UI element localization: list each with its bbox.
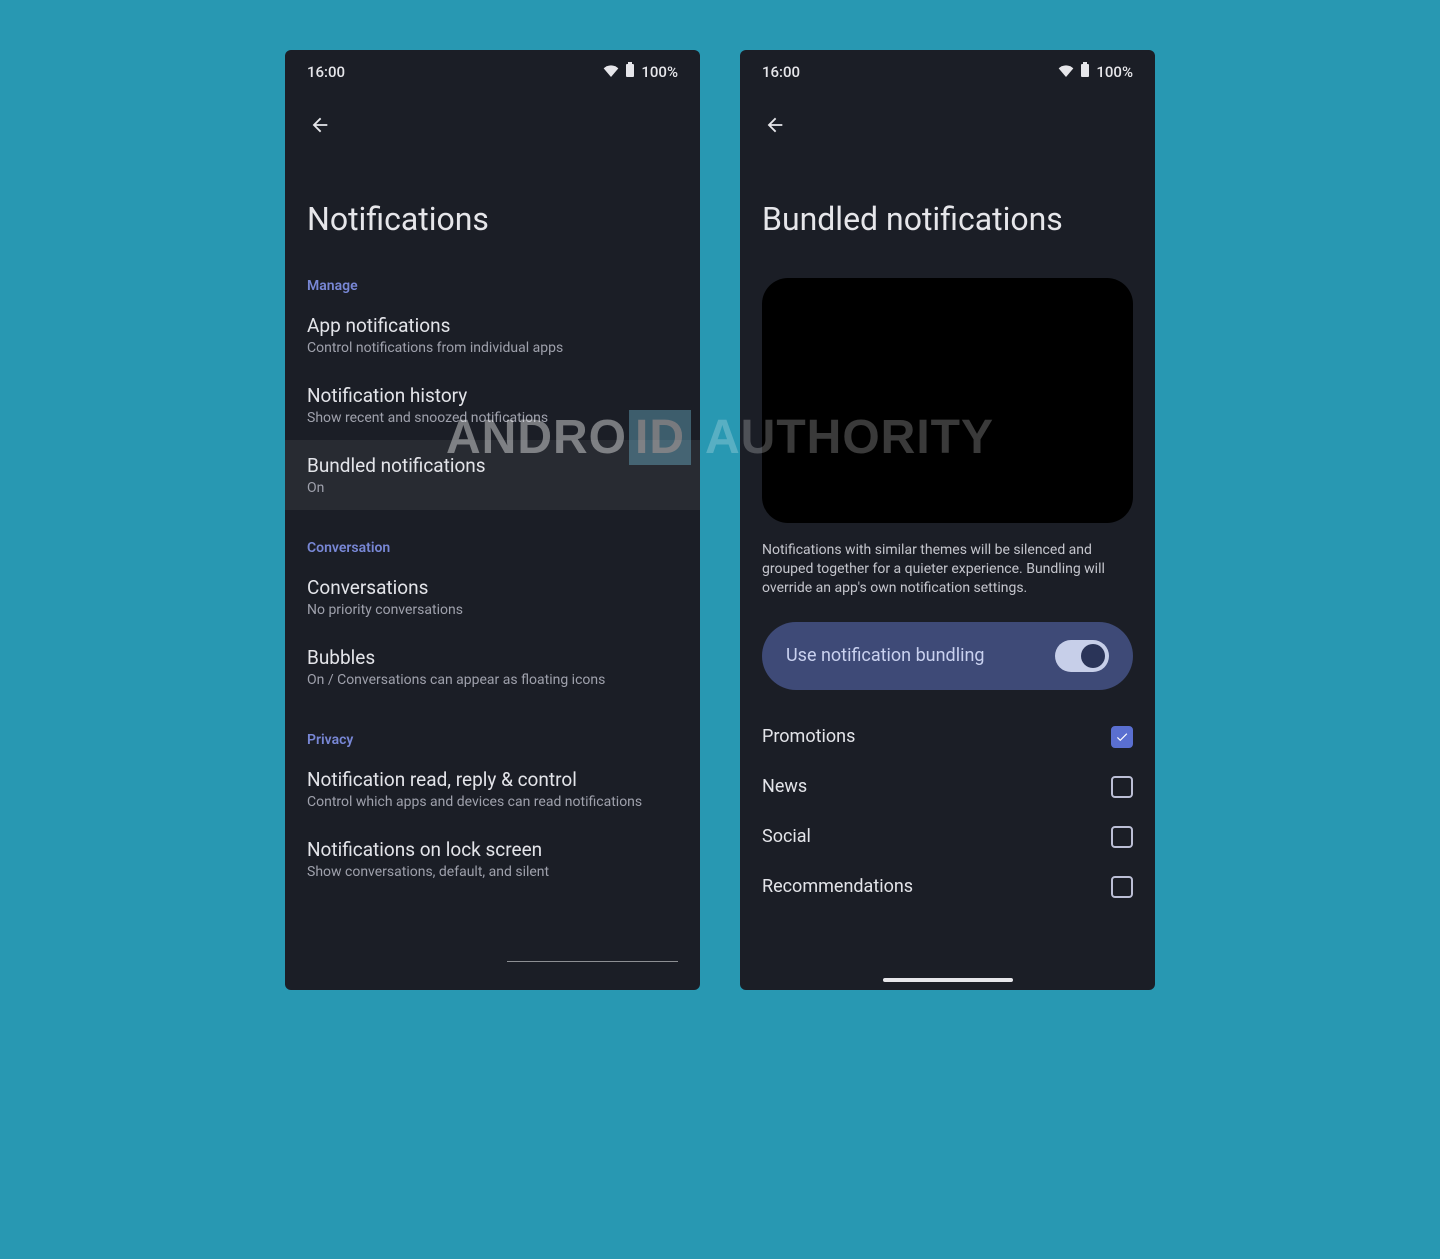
battery-icon [1080,62,1090,82]
status-time: 16:00 [307,63,345,81]
nav-handle[interactable] [883,978,1013,982]
settings-item-notif-lock-screen[interactable]: Notifications on lock screen Show convers… [285,824,700,894]
settings-item-app-notifications[interactable]: App notifications Control notifications f… [285,300,700,370]
category-label: Recommendations [762,876,913,897]
section-header-manage: Manage [285,248,700,300]
category-label: Promotions [762,726,855,747]
status-time: 16:00 [762,63,800,81]
item-subtitle: On [307,480,678,496]
item-title: Notification history [307,384,678,407]
category-row-recommendations[interactable]: Recommendations [740,862,1155,912]
settings-item-conversations[interactable]: Conversations No priority conversations [285,562,700,632]
category-label: News [762,776,807,797]
checkbox-unchecked-icon[interactable] [1111,826,1133,848]
item-title: Notification read, reply & control [307,768,678,791]
checkbox-checked-icon[interactable] [1111,726,1133,748]
switch-on-icon [1055,640,1109,672]
item-subtitle: Control which apps and devices can read … [307,794,678,810]
item-subtitle: Control notifications from individual ap… [307,340,678,356]
toggle-label: Use notification bundling [786,645,985,666]
status-battery-pct: 100% [641,63,678,81]
phone-bundled-notifications: 16:00 100% Bundled notifications Notific… [740,50,1155,990]
checkbox-unchecked-icon[interactable] [1111,876,1133,898]
wifi-icon [1058,63,1074,81]
category-label: Social [762,826,811,847]
item-title: Notifications on lock screen [307,838,678,861]
settings-item-bundled-notifications[interactable]: Bundled notifications On [285,440,700,510]
back-icon[interactable] [762,112,788,138]
use-notification-bundling-toggle[interactable]: Use notification bundling [762,622,1133,690]
item-subtitle: Show conversations, default, and silent [307,864,678,880]
category-row-promotions[interactable]: Promotions [740,712,1155,762]
checkbox-unchecked-icon[interactable] [1111,776,1133,798]
battery-icon [625,62,635,82]
category-row-news[interactable]: News [740,762,1155,812]
item-subtitle: No priority conversations [307,602,678,618]
item-title: Bubbles [307,646,678,669]
status-bar: 16:00 100% [740,50,1155,94]
item-subtitle: Show recent and snoozed notifications [307,410,678,426]
phone-notifications-settings: 16:00 100% Notifications ManageApp notif… [285,50,700,990]
status-bar: 16:00 100% [285,50,700,94]
category-row-social[interactable]: Social [740,812,1155,862]
item-subtitle: On / Conversations can appear as floatin… [307,672,678,688]
section-header-privacy: Privacy [285,702,700,754]
wifi-icon [603,63,619,81]
status-battery-pct: 100% [1096,63,1133,81]
settings-item-notif-read-reply[interactable]: Notification read, reply & control Contro… [285,754,700,824]
hero-illustration-placeholder [762,278,1133,523]
item-title: Conversations [307,576,678,599]
bundling-description: Notifications with similar themes will b… [740,535,1155,612]
settings-item-notification-history[interactable]: Notification history Show recent and snoo… [285,370,700,440]
back-icon[interactable] [307,112,333,138]
page-title: Bundled notifications [740,150,1155,248]
page-title: Notifications [285,150,700,248]
section-header-conversation: Conversation [285,510,700,562]
settings-item-bubbles[interactable]: Bubbles On / Conversations can appear as … [285,632,700,702]
item-title: App notifications [307,314,678,337]
item-title: Bundled notifications [307,454,678,477]
